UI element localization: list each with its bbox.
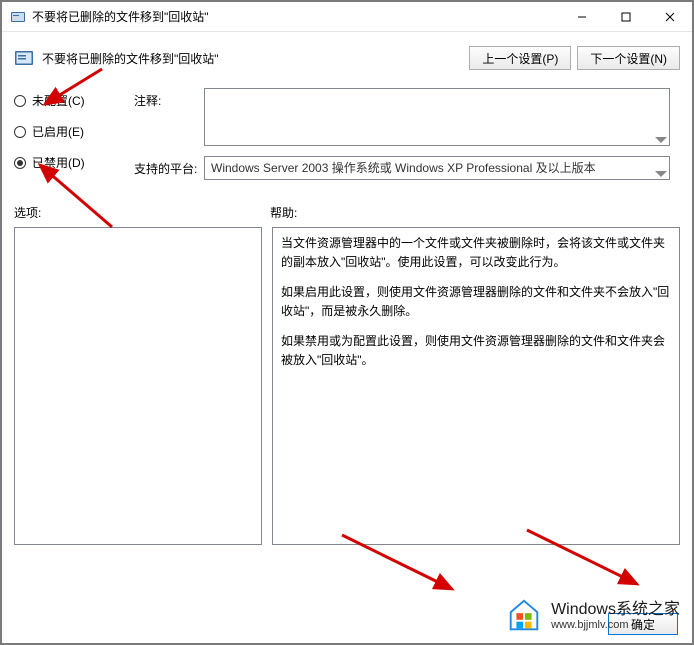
comment-label: 注释: (134, 88, 204, 146)
maximize-button[interactable] (604, 2, 648, 31)
radio-dot-icon (14, 95, 26, 107)
close-button[interactable] (648, 2, 692, 31)
minimize-button[interactable] (560, 2, 604, 31)
help-paragraph: 如果禁用或为配置此设置，则使用文件资源管理器删除的文件和文件夹会被放入"回收站"… (281, 332, 671, 369)
watermark-title: Windows系统之家 (551, 600, 680, 619)
windows-logo-icon (505, 597, 543, 635)
comment-textarea[interactable] (204, 88, 670, 146)
platform-value: Windows Server 2003 操作系统或 Windows XP Pro… (211, 161, 596, 175)
policy-icon (10, 9, 26, 25)
chevron-down-icon (655, 171, 667, 177)
supported-platform-box: Windows Server 2003 操作系统或 Windows XP Pro… (204, 156, 670, 180)
radio-dot-selected-icon (14, 157, 26, 169)
radio-dot-icon (14, 126, 26, 138)
titlebar: 不要将已删除的文件移到"回收站" (2, 2, 692, 32)
window-title: 不要将已删除的文件移到"回收站" (32, 8, 560, 25)
watermark-url: www.bjjmlv.com (551, 619, 680, 632)
radio-label: 未配置(C) (32, 92, 85, 109)
help-label: 帮助: (270, 204, 297, 221)
radio-enabled[interactable]: 已启用(E) (14, 123, 134, 140)
help-paragraph: 当文件资源管理器中的一个文件或文件夹被删除时，会将该文件或文件夹的副本放入"回收… (281, 234, 671, 271)
options-panel (14, 227, 262, 545)
radio-label: 已禁用(D) (32, 154, 85, 171)
help-panel: 当文件资源管理器中的一个文件或文件夹被删除时，会将该文件或文件夹的副本放入"回收… (272, 227, 680, 545)
help-paragraph: 如果启用此设置，则使用文件资源管理器删除的文件和文件夹不会放入"回收站"，而是被… (281, 283, 671, 320)
platform-label: 支持的平台: (134, 156, 204, 180)
radio-label: 已启用(E) (32, 123, 84, 140)
previous-setting-button[interactable]: 上一个设置(P) (469, 46, 571, 70)
next-setting-button[interactable]: 下一个设置(N) (577, 46, 680, 70)
chevron-down-icon (655, 137, 667, 143)
radio-disabled[interactable]: 已禁用(D) (14, 154, 134, 171)
options-label: 选项: (14, 204, 270, 221)
watermark: Windows系统之家 www.bjjmlv.com (505, 597, 680, 635)
policy-title: 不要将已删除的文件移到"回收站" (42, 50, 463, 67)
policy-header-icon (14, 48, 34, 68)
header-row: 不要将已删除的文件移到"回收站" 上一个设置(P) 下一个设置(N) (4, 34, 690, 88)
radio-not-configured[interactable]: 未配置(C) (14, 92, 134, 109)
